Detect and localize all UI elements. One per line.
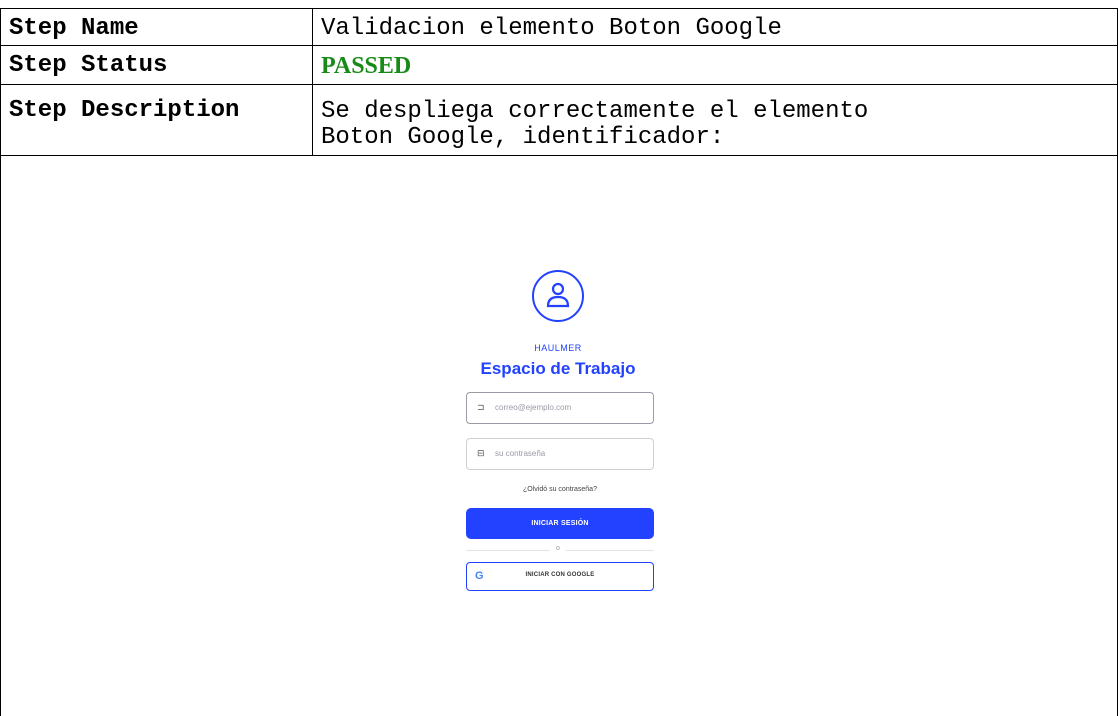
brand-name: HAULMER — [534, 343, 582, 353]
login-button[interactable]: INICIAR SESIÓN — [466, 508, 654, 539]
lock-icon: ⊟ — [477, 448, 485, 458]
step-status-label: Step Status — [1, 46, 313, 84]
divider-text: o — [550, 545, 566, 552]
step-description-row: Step Description Se despliega correctame… — [0, 84, 1118, 155]
email-icon: ⊐ — [477, 402, 485, 412]
login-screenshot: HAULMER Espacio de Trabajo ⊐ correo@ejem… — [431, 256, 691, 606]
password-field[interactable]: ⊟ su contraseña — [466, 438, 654, 470]
step-description-line-1: Se despliega correctamente el elemento — [321, 98, 869, 125]
google-button-label: INICIAR CON GOOGLE — [525, 572, 595, 578]
step-status-cell: PASSED — [313, 46, 1117, 84]
email-field[interactable]: ⊐ correo@ejemplo.com — [466, 392, 654, 424]
step-status-row: Step Status PASSED — [0, 45, 1118, 84]
step-name-value: Validacion elemento Boton Google — [321, 15, 782, 42]
step-description-line-2: Boton Google, identificador: — [321, 124, 725, 151]
step-status-value: PASSED — [321, 53, 412, 79]
step-description-value: Se despliega correctamente el elemento B… — [313, 85, 1117, 155]
forgot-password-link[interactable]: ¿Olvidó su contraseña? — [431, 486, 689, 493]
step-name-row: Step Name Validacion elemento Boton Goog… — [0, 8, 1118, 45]
email-placeholder: correo@ejemplo.com — [495, 403, 572, 412]
user-avatar-icon — [532, 270, 584, 322]
google-login-button[interactable]: G INICIAR CON GOOGLE — [466, 562, 654, 591]
password-placeholder: su contraseña — [495, 449, 546, 458]
workspace-title: Espacio de Trabajo — [480, 359, 636, 378]
screenshot-cell: HAULMER Espacio de Trabajo ⊐ correo@ejem… — [0, 155, 1118, 716]
test-report: Step Name Validacion elemento Boton Goog… — [0, 0, 1118, 716]
step-description-label: Step Description — [1, 85, 313, 155]
step-name-label: Step Name — [1, 9, 313, 45]
